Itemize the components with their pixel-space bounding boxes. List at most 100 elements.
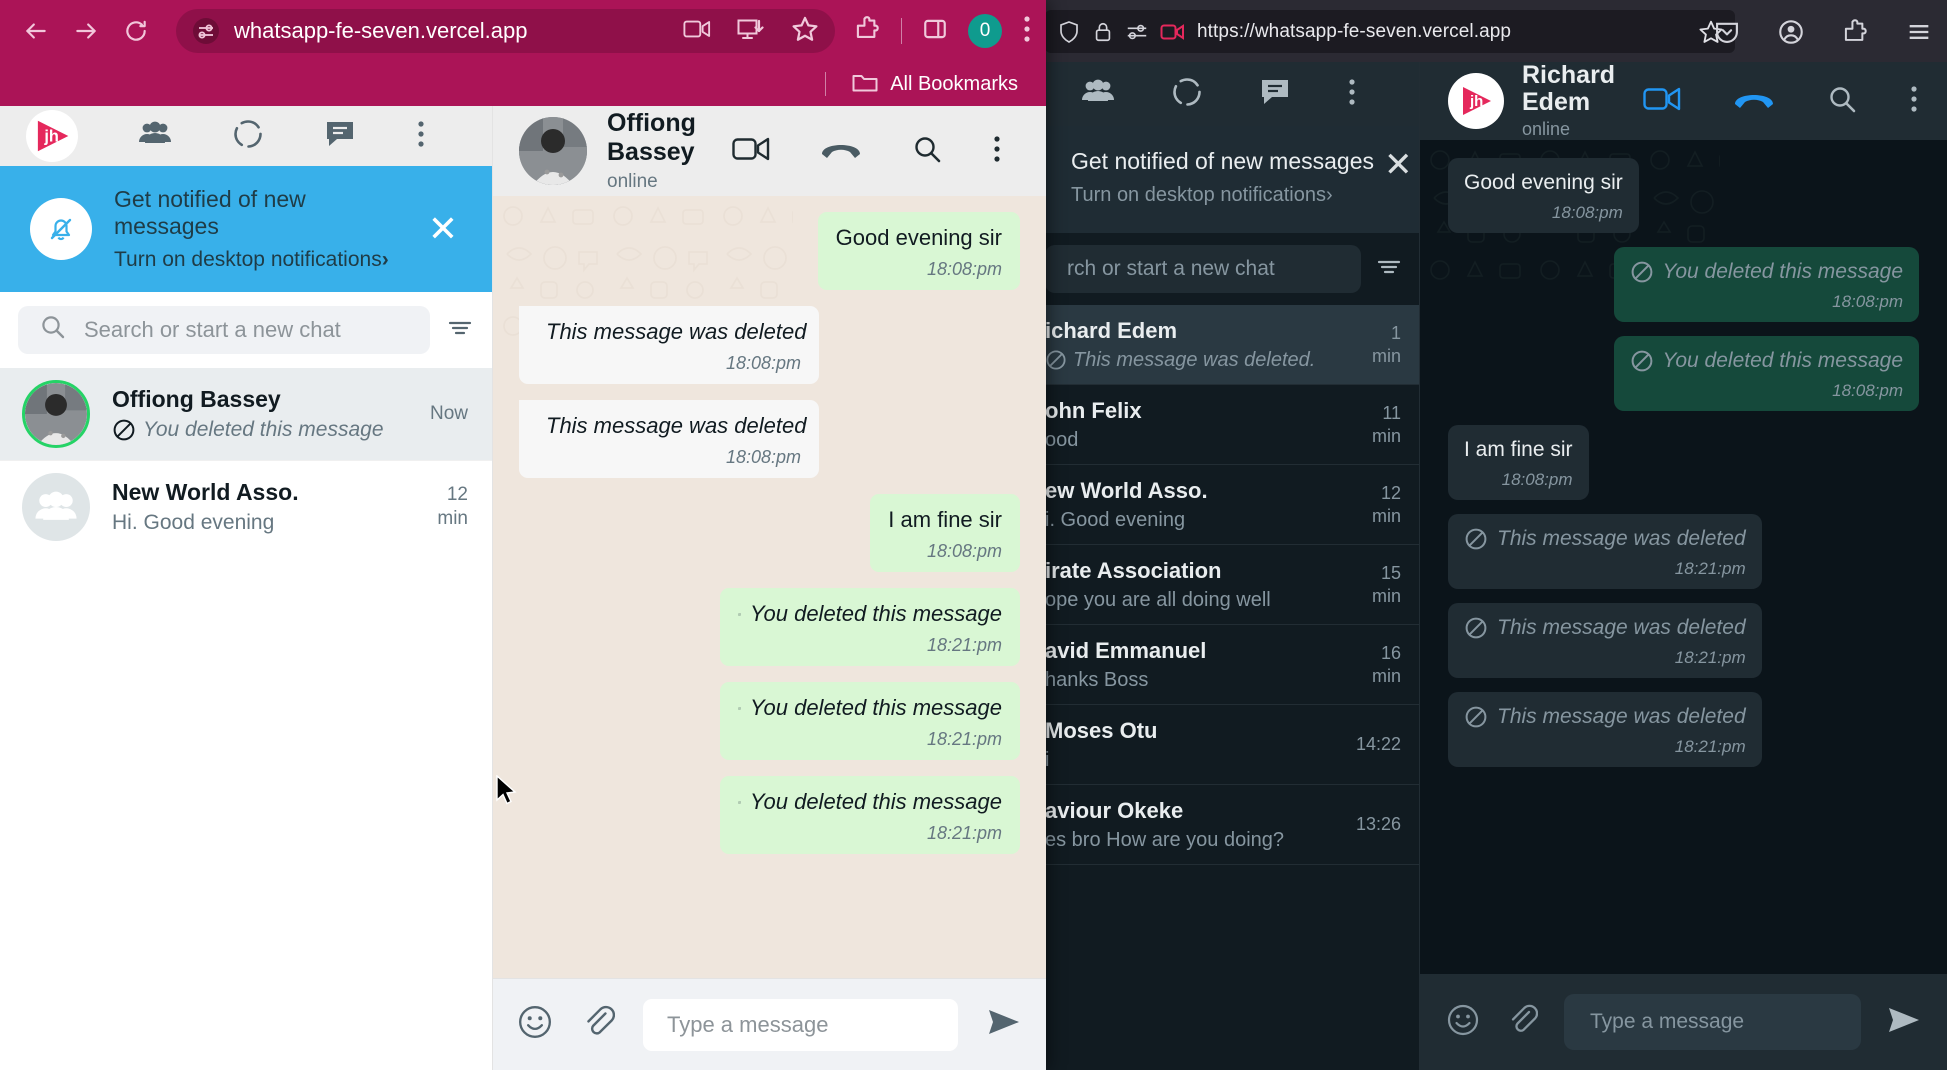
list-item[interactable]: avid Emmanuel hanks Boss 16 min bbox=[1045, 625, 1419, 705]
video-call-icon[interactable] bbox=[732, 136, 770, 167]
three-dot-menu-icon[interactable] bbox=[416, 118, 426, 155]
install-app-button[interactable] bbox=[737, 17, 765, 46]
avatar[interactable] bbox=[519, 117, 587, 185]
new-chat-icon[interactable] bbox=[324, 119, 356, 154]
user-avatar[interactable]: jh bbox=[26, 110, 78, 162]
chat-timestamp: 12 min bbox=[1371, 483, 1401, 526]
message-bubble[interactable]: This message was deleted 18:08:pm bbox=[519, 400, 819, 478]
message-bubble[interactable]: Good evening sir 18:08:pm bbox=[817, 212, 1020, 290]
send-icon[interactable] bbox=[1887, 1005, 1921, 1040]
community-people-icon[interactable] bbox=[1081, 78, 1115, 111]
firefox-app-menu-button[interactable] bbox=[1905, 18, 1933, 46]
message-bubble[interactable]: This message was deleted 18:08:pm bbox=[519, 306, 819, 384]
chrome-menu-button[interactable] bbox=[1022, 13, 1032, 50]
filter-icon[interactable] bbox=[1375, 253, 1403, 286]
three-dot-menu-icon[interactable] bbox=[992, 133, 1002, 170]
message-bubble[interactable]: Good evening sir 18:08:pm bbox=[1448, 158, 1639, 233]
message-bubble[interactable]: You deleted this message 18:21:pm bbox=[720, 588, 1020, 666]
new-chat-icon[interactable] bbox=[1259, 77, 1291, 112]
bookmark-star-button[interactable] bbox=[791, 15, 819, 48]
dark-notification-banner[interactable]: Get notified of new messages Turn on des… bbox=[1045, 126, 1419, 233]
emoji-smiley-icon[interactable] bbox=[517, 1004, 553, 1045]
dark-message-input[interactable]: Type a message bbox=[1564, 994, 1861, 1050]
list-item[interactable]: New World Asso. Hi. Good evening 12 min bbox=[0, 460, 492, 552]
back-button[interactable] bbox=[14, 9, 58, 53]
firefox-urlbar[interactable]: https://whatsapp-fe-seven.vercel.app bbox=[1045, 10, 1735, 53]
message-bubble[interactable]: You deleted this message 18:08:pm bbox=[1613, 247, 1919, 322]
blocked-message-icon bbox=[1465, 528, 1487, 550]
reload-button[interactable] bbox=[114, 9, 158, 53]
voice-call-icon[interactable] bbox=[1733, 86, 1775, 117]
dark-chat-list[interactable]: ichard Edem This message was deleted. 1 min… bbox=[1045, 305, 1419, 1070]
search-icon[interactable] bbox=[912, 134, 942, 169]
list-item[interactable]: ew World Asso. i. Good evening 12 min bbox=[1045, 465, 1419, 545]
chat-timestamp: 12 min bbox=[437, 483, 468, 529]
message-bubble[interactable]: I am fine sir 18:08:pm bbox=[870, 494, 1020, 572]
dark-chat-name: Richard Edem bbox=[1522, 61, 1616, 116]
light-sidebar-actions bbox=[138, 118, 466, 155]
side-panel-button[interactable] bbox=[922, 16, 948, 47]
send-icon[interactable] bbox=[986, 1007, 1022, 1042]
message-bubble[interactable]: This message was deleted 18:21:pm bbox=[1448, 603, 1762, 678]
three-dot-menu-icon[interactable] bbox=[1909, 83, 1919, 120]
video-call-icon[interactable] bbox=[1643, 86, 1681, 117]
firefox-account-button[interactable] bbox=[1777, 18, 1805, 46]
light-search-placeholder: Search or start a new chat bbox=[84, 317, 341, 342]
paperclip-icon[interactable] bbox=[581, 1004, 616, 1045]
avatar[interactable]: jh bbox=[1448, 73, 1504, 129]
dark-search-input[interactable]: rch or start a new chat bbox=[1045, 245, 1361, 293]
list-item[interactable]: Offiong Bassey You deleted this message No… bbox=[0, 368, 492, 460]
bell-off-icon bbox=[30, 198, 92, 260]
message-time: 18:08:pm bbox=[725, 353, 801, 373]
message-text: You deleted this message bbox=[1630, 260, 1903, 284]
message-bubble[interactable]: You deleted this message 18:21:pm bbox=[720, 682, 1020, 760]
light-message-input[interactable]: Type a message bbox=[643, 998, 958, 1051]
screen-root: https://whatsapp-fe-seven.vercel.app Get… bbox=[0, 0, 1947, 1070]
forward-button[interactable] bbox=[64, 9, 108, 53]
light-notification-banner[interactable]: Get notified of new messages Turn on des… bbox=[0, 166, 492, 292]
voice-call-icon[interactable] bbox=[820, 136, 862, 167]
light-notification-text: Get notified of new messages Turn on des… bbox=[114, 186, 394, 272]
list-item[interactable]: irate Association ope you are all doing w… bbox=[1045, 545, 1419, 625]
light-chat-list[interactable]: Offiong Bassey You deleted this message No… bbox=[0, 368, 492, 552]
message-bubble[interactable]: You deleted this message 18:08:pm bbox=[1613, 336, 1919, 411]
site-permissions-icon[interactable] bbox=[1125, 21, 1149, 43]
message-bubble[interactable]: You deleted this message 18:21:pm bbox=[720, 776, 1020, 854]
blocked-message-icon bbox=[738, 706, 741, 710]
chrome-profile-avatar[interactable]: 0 bbox=[968, 14, 1002, 48]
list-item[interactable]: aviour Okeke es bro How are you doing? 13:… bbox=[1045, 785, 1419, 865]
list-item[interactable]: ichard Edem This message was deleted. 1 min bbox=[1045, 305, 1419, 385]
chrome-extensions-button[interactable] bbox=[853, 15, 881, 48]
emoji-smiley-icon[interactable] bbox=[1446, 1003, 1480, 1042]
close-icon[interactable]: ✕ bbox=[1374, 148, 1413, 182]
search-icon[interactable] bbox=[1827, 84, 1857, 119]
message-time: 18:08:pm bbox=[1501, 470, 1573, 489]
close-icon[interactable]: ✕ bbox=[416, 211, 470, 247]
message-bubble[interactable]: This message was deleted 18:21:pm bbox=[1448, 692, 1762, 767]
dark-notification-text: Get notified of new messages Turn on des… bbox=[1071, 148, 1374, 207]
status-circle-icon[interactable] bbox=[232, 118, 264, 155]
paperclip-icon[interactable] bbox=[1506, 1003, 1539, 1042]
firefox-extensions-button[interactable] bbox=[1841, 18, 1869, 46]
chrome-address-bar[interactable]: whatsapp-fe-seven.vercel.app bbox=[176, 9, 835, 53]
message-time: 18:21:pm bbox=[1674, 559, 1746, 578]
community-people-icon[interactable] bbox=[138, 120, 172, 153]
list-item[interactable]: Moses Otu i 14:22 bbox=[1045, 705, 1419, 785]
camera-permission-icon[interactable] bbox=[1160, 22, 1186, 42]
light-search-input[interactable]: Search or start a new chat bbox=[18, 306, 430, 354]
all-bookmarks-label[interactable]: All Bookmarks bbox=[890, 73, 1018, 96]
pocket-save-button[interactable] bbox=[1713, 18, 1741, 46]
pocket-save-icon bbox=[1716, 22, 1738, 43]
extensions-puzzle-icon bbox=[856, 15, 879, 38]
status-circle-icon[interactable] bbox=[1171, 76, 1203, 113]
chrome-toolbar-right: 0 bbox=[853, 13, 1032, 50]
list-item-text: Moses Otu i bbox=[1045, 718, 1157, 772]
list-item[interactable]: ohn Felix ood 11 min bbox=[1045, 385, 1419, 465]
message-time: 18:08:pm bbox=[1832, 292, 1903, 311]
message-bubble[interactable]: I am fine sir 18:08:pm bbox=[1448, 425, 1589, 500]
message-bubble[interactable]: This message was deleted 18:21:pm bbox=[1448, 514, 1762, 589]
three-dot-menu-icon[interactable] bbox=[1347, 76, 1357, 113]
cast-button[interactable] bbox=[683, 18, 711, 45]
filter-icon[interactable] bbox=[446, 314, 474, 347]
site-settings-icon[interactable] bbox=[192, 17, 220, 45]
